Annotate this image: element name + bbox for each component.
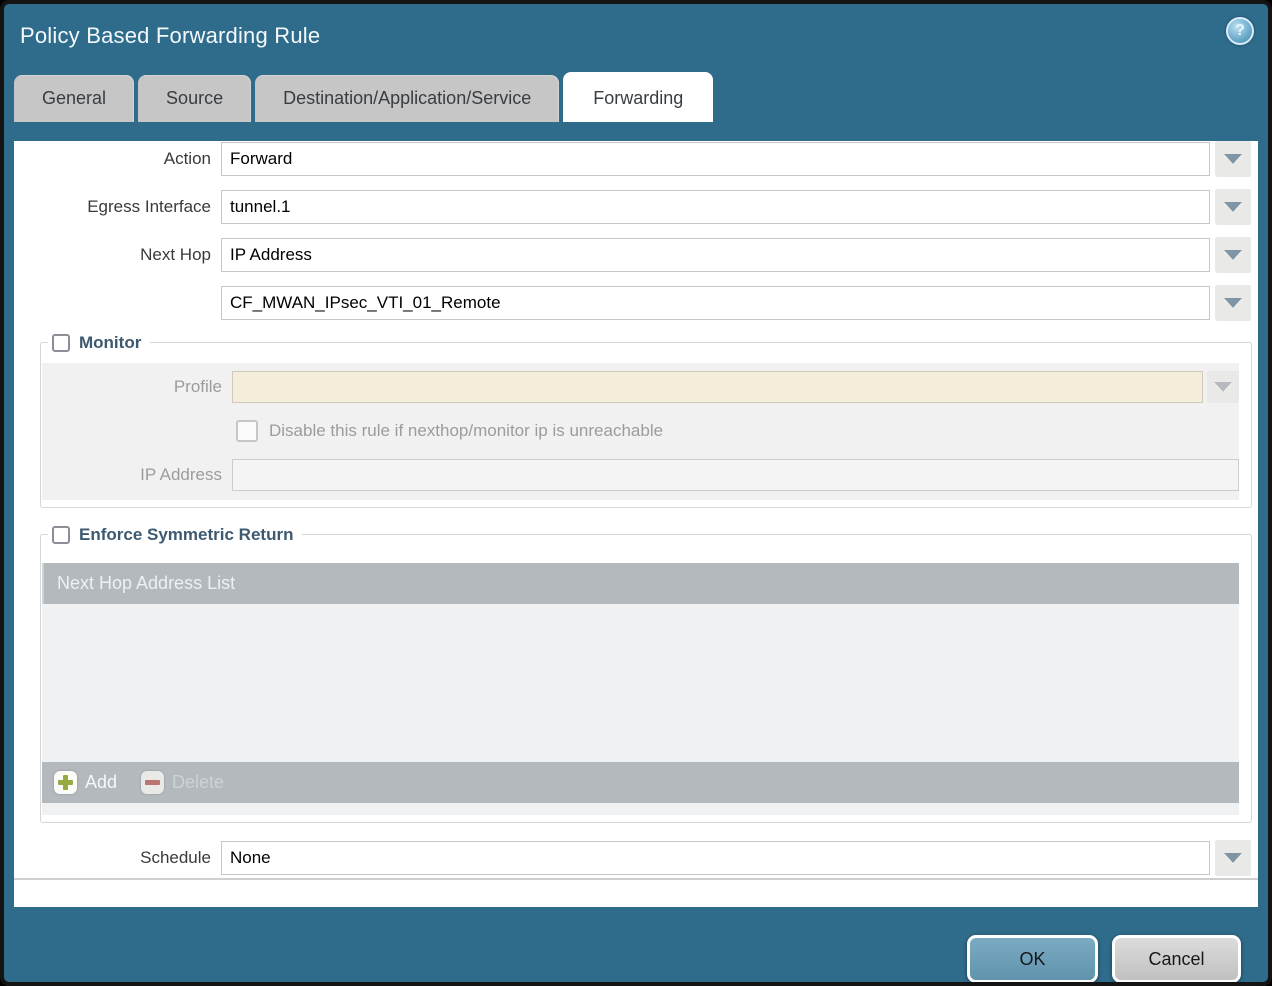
next-hop-row: Next Hop IP Address xyxy=(14,237,1251,273)
monitor-profile-row: Profile xyxy=(42,371,1239,403)
action-label: Action xyxy=(14,149,221,169)
schedule-dropdown-button[interactable] xyxy=(1215,840,1251,876)
minus-icon xyxy=(141,771,164,794)
monitor-legend-label: Monitor xyxy=(79,333,141,353)
monitor-body: Profile Disable this rule if nexthop/mon… xyxy=(42,363,1239,500)
tab-general[interactable]: General xyxy=(14,75,134,122)
action-row: Action Forward xyxy=(14,141,1251,177)
pbf-rule-dialog: Policy Based Forwarding Rule ? General S… xyxy=(0,0,1272,986)
egress-interface-field[interactable]: tunnel.1 xyxy=(221,190,1210,224)
monitor-profile-label: Profile xyxy=(42,377,232,397)
next-hop-type-dropdown-button[interactable] xyxy=(1215,237,1251,273)
tab-destination-application-service[interactable]: Destination/Application/Service xyxy=(255,75,559,122)
delete-button: Delete xyxy=(141,771,224,794)
disable-rule-checkbox xyxy=(236,420,258,442)
dialog-button-bar: OK Cancel xyxy=(4,935,1268,983)
table-bottom-strip xyxy=(42,803,1239,815)
add-button[interactable]: Add xyxy=(54,771,117,794)
cancel-button[interactable]: Cancel xyxy=(1112,935,1241,983)
help-icon[interactable]: ? xyxy=(1226,17,1254,45)
egress-interface-row: Egress Interface tunnel.1 xyxy=(14,189,1251,225)
next-hop-address-list-body[interactable] xyxy=(42,604,1239,762)
enforce-symmetric-return-section: Enforce Symmetric Return Next Hop Addres… xyxy=(40,534,1252,823)
monitor-profile-field xyxy=(232,371,1203,403)
monitor-ip-address-row: IP Address xyxy=(42,459,1239,491)
chevron-down-icon xyxy=(1224,298,1242,308)
title-bar: Policy Based Forwarding Rule ? xyxy=(4,4,1268,72)
egress-interface-dropdown-button[interactable] xyxy=(1215,189,1251,225)
next-hop-label: Next Hop xyxy=(14,245,221,265)
action-field[interactable]: Forward xyxy=(221,142,1210,176)
schedule-field[interactable]: None xyxy=(221,841,1210,875)
chevron-down-icon xyxy=(1214,382,1232,392)
monitor-section: Monitor Profile Disable this rule if nex… xyxy=(40,342,1252,508)
schedule-label: Schedule xyxy=(14,848,221,868)
ok-button[interactable]: OK xyxy=(967,935,1098,983)
monitor-disable-rule-row: Disable this rule if nexthop/monitor ip … xyxy=(236,420,1239,442)
monitor-checkbox[interactable] xyxy=(52,334,70,352)
chevron-down-icon xyxy=(1224,202,1242,212)
next-hop-type-field[interactable]: IP Address xyxy=(221,238,1210,272)
next-hop-address-row: CF_MWAN_IPsec_VTI_01_Remote xyxy=(14,285,1251,321)
schedule-row: Schedule None xyxy=(14,840,1251,876)
enforce-symmetric-return-body: Next Hop Address List Add Delete xyxy=(42,563,1239,815)
add-button-label: Add xyxy=(85,772,117,793)
tab-bar: General Source Destination/Application/S… xyxy=(14,72,1268,122)
chevron-down-icon xyxy=(1224,154,1242,164)
monitor-legend: Monitor xyxy=(48,331,150,355)
bottom-divider xyxy=(14,878,1258,880)
chevron-down-icon xyxy=(1224,250,1242,260)
dialog-title: Policy Based Forwarding Rule xyxy=(20,23,320,48)
plus-icon xyxy=(54,771,77,794)
next-hop-address-list-toolbar: Add Delete xyxy=(42,762,1239,803)
enforce-symmetric-return-legend: Enforce Symmetric Return xyxy=(48,523,302,547)
disable-rule-label: Disable this rule if nexthop/monitor ip … xyxy=(269,421,663,441)
monitor-grey-panel: Profile Disable this rule if nexthop/mon… xyxy=(42,363,1239,500)
enforce-symmetric-return-legend-label: Enforce Symmetric Return xyxy=(79,525,293,545)
tab-forwarding[interactable]: Forwarding xyxy=(563,72,713,122)
delete-button-label: Delete xyxy=(172,772,224,793)
monitor-profile-dropdown-button xyxy=(1207,371,1239,403)
egress-interface-label: Egress Interface xyxy=(14,197,221,217)
next-hop-address-dropdown-button[interactable] xyxy=(1215,285,1251,321)
chevron-down-icon xyxy=(1224,853,1242,863)
enforce-symmetric-return-checkbox[interactable] xyxy=(52,526,70,544)
next-hop-address-list-header: Next Hop Address List xyxy=(42,563,1239,604)
next-hop-address-field[interactable]: CF_MWAN_IPsec_VTI_01_Remote xyxy=(221,286,1210,320)
tab-source[interactable]: Source xyxy=(138,75,251,122)
action-dropdown-button[interactable] xyxy=(1215,141,1251,177)
forwarding-tab-panel: Action Forward Egress Interface tunnel.1… xyxy=(14,141,1258,907)
monitor-ip-address-field xyxy=(232,459,1239,491)
next-hop-address-list-table: Next Hop Address List Add Delete xyxy=(42,563,1239,815)
monitor-ip-address-label: IP Address xyxy=(42,465,232,485)
